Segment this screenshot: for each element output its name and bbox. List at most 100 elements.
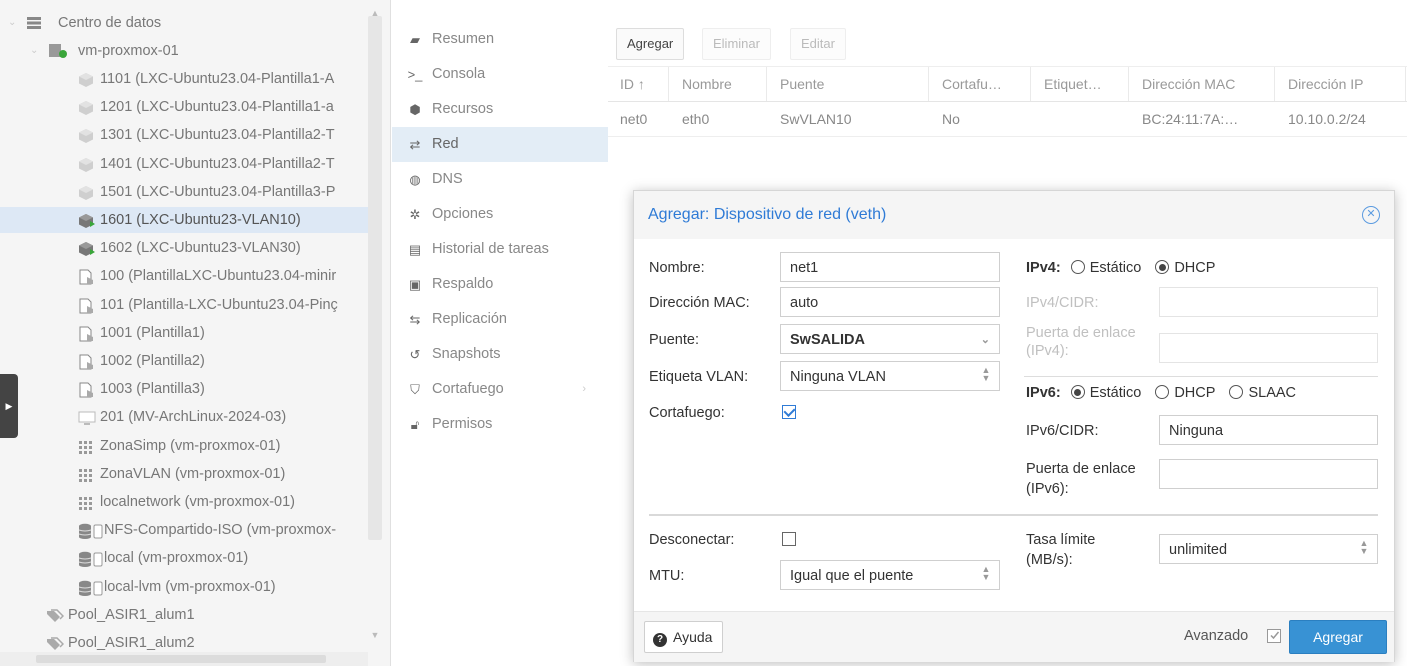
tree-item[interactable]: 1001 (Plantilla1) [0, 320, 368, 346]
rate-limit-field[interactable]: unlimited ▲ ▼ [1159, 534, 1378, 564]
column-header[interactable]: Nombre [670, 67, 767, 101]
tree-item-label: 1401 (LXC-Ubuntu23.04-Plantilla2-T [100, 155, 335, 172]
pool-icon [46, 607, 65, 623]
tree-vertical-scrollbar[interactable] [368, 16, 382, 540]
tree-item[interactable]: 1601 (LXC-Ubuntu23-VLAN10) [0, 207, 368, 233]
tree-item-label: 1301 (LXC-Ubuntu23.04-Plantilla2-T [100, 127, 335, 144]
tree-item[interactable]: ZonaVLAN (vm-proxmox-01) [0, 461, 368, 487]
spinner-icon[interactable]: ▲ ▼ [1359, 539, 1369, 556]
spinner-icon[interactable]: ▲ ▼ [981, 565, 991, 582]
remove-button[interactable]: Eliminar [702, 28, 771, 60]
name-field[interactable]: net1 [780, 252, 1000, 282]
tree-item[interactable]: 101 (Plantilla-LXC-Ubuntu23.04-Pinç [0, 292, 368, 318]
table-row[interactable]: net0 eth0 SwVLAN10 No BC:24:11:7A:… 10.10.0.2… [608, 102, 1407, 137]
help-button[interactable]: ? Ayuda [644, 621, 724, 653]
tree-datacenter[interactable]: ⌄ Centro de datos [0, 10, 368, 36]
column-header[interactable]: Dirección IP [1276, 67, 1406, 101]
tree-item[interactable]: 1301 (LXC-Ubuntu23.04-Plantilla2-T [0, 122, 368, 148]
collapse-panel-toggle[interactable]: ▶ [0, 374, 18, 438]
tree-item-label: 1101 (LXC-Ubuntu23.04-Plantilla1-A [100, 71, 335, 87]
column-header[interactable]: ID ↑ [608, 67, 669, 101]
add-button[interactable]: Agregar [616, 28, 685, 60]
menu-item-4[interactable]: ◍ DNS [392, 162, 608, 197]
menu-item-9[interactable]: ↺ Snapshots [392, 337, 608, 372]
table-cell: No [942, 111, 960, 127]
disconnect-label: Desconectar: [649, 532, 735, 548]
vm-icon [78, 409, 96, 426]
ipv4-gateway-field[interactable] [1159, 333, 1378, 363]
ipv6-static-radio[interactable]: Estático [1070, 385, 1141, 401]
tree-item[interactable]: 1101 (LXC-Ubuntu23.04-Plantilla1-A [0, 66, 368, 92]
tree-item[interactable]: 1602 (LXC-Ubuntu23-VLAN30) [0, 235, 368, 261]
chevron-down-icon[interactable]: ⌄ [30, 43, 46, 59]
rate-limit-label: Tasa límite (MB/s): [1026, 530, 1095, 570]
column-header[interactable]: Dirección MAC [1130, 67, 1275, 101]
tree-item[interactable]: 100 (PlantillaLXC-Ubuntu23.04-minir [0, 263, 368, 289]
tree-node[interactable]: ⌄ vm-proxmox-01 [0, 38, 368, 64]
tree-item[interactable]: 1003 (Plantilla3) [0, 376, 368, 402]
menu-item-2[interactable]: ⬢ Recursos [392, 92, 608, 127]
tree-item-label: 1501 (LXC-Ubuntu23.04-Plantilla3-P [100, 183, 336, 200]
network-grid: Agregar Eliminar Editar ID ↑ Nombre Puente… [608, 22, 1407, 137]
tree-item[interactable]: localnetwork (vm-proxmox-01) [0, 489, 368, 515]
chevron-down-icon: ⌄ [980, 334, 990, 346]
bridge-select[interactable]: SwSALIDA ⌄ [780, 324, 1000, 354]
ipv6-cidr-field[interactable]: Ninguna [1159, 415, 1378, 445]
menu-item-label: Replicación [432, 311, 507, 327]
tree-item[interactable]: ZonaSimp (vm-proxmox-01) [0, 433, 368, 459]
ipv4-cidr-field[interactable] [1159, 287, 1378, 317]
column-header[interactable]: Puente [768, 67, 929, 101]
tree-item[interactable]: 201 (MV-ArchLinux-2024-03) [0, 404, 368, 430]
menu-item-3[interactable]: ⇄ Red [392, 127, 608, 162]
menu-item-10[interactable]: ⛉ Cortafuego › [392, 372, 608, 407]
tree-item[interactable]: 1401 (LXC-Ubuntu23.04-Plantilla2-T [0, 151, 368, 177]
scroll-down-arrow[interactable]: ▼ [368, 630, 382, 644]
tree-item[interactable]: Pool_ASIR1_alum1 [0, 602, 368, 628]
menu-item-8[interactable]: ⇆ Replicación [392, 302, 608, 337]
vlan-field[interactable]: Ninguna VLAN ▲ ▼ [780, 361, 1000, 391]
close-icon[interactable]: ✕ [1362, 206, 1380, 224]
menu-item-7[interactable]: ▣ Respaldo [392, 267, 608, 302]
terminal-icon: >_ [407, 67, 423, 82]
mtu-field[interactable]: Igual que el puente ▲ ▼ [780, 560, 1000, 590]
tree-item[interactable]: local (vm-proxmox-01) [0, 545, 368, 571]
spinner-icon[interactable]: ▲ ▼ [981, 366, 991, 383]
template-icon [78, 381, 96, 398]
menu-item-0[interactable]: ▰ Resumen [392, 22, 608, 57]
menu-item-5[interactable]: ✲ Opciones [392, 197, 608, 232]
chevron-down-icon[interactable]: ⌄ [8, 15, 24, 31]
ipv6-dhcp-radio[interactable]: DHCP [1155, 385, 1215, 401]
exchange-icon: ⇄ [409, 137, 421, 152]
template-icon [78, 268, 96, 285]
menu-item-11[interactable]: 🔓︎ Permisos [392, 407, 608, 442]
menu-item-label: Recursos [432, 101, 494, 117]
ipv6-slaac-radio[interactable]: SLAAC [1229, 385, 1296, 401]
menu-item-6[interactable]: ▤ Historial de tareas [392, 232, 608, 267]
tree-horizontal-scrollbar[interactable] [0, 652, 368, 666]
advanced-checkbox[interactable] [1267, 629, 1281, 643]
ip-divider [1024, 376, 1378, 377]
tree-datacenter-label: Centro de datos [58, 15, 162, 31]
tree-item[interactable]: 1201 (LXC-Ubuntu23.04-Plantilla1-a [0, 94, 368, 120]
tree-item-label: 1201 (LXC-Ubuntu23.04-Plantilla1-a [100, 99, 334, 116]
menu-item-label: Consola [432, 66, 486, 82]
column-header[interactable]: Cortafu… [930, 67, 1031, 101]
ipv4-dhcp-radio[interactable]: DHCP [1155, 260, 1215, 276]
ipv4-static-radio[interactable]: Estático [1070, 260, 1141, 276]
tree-item[interactable]: NFS-Compartido-ISO (vm-proxmox- [0, 517, 368, 543]
globe-icon: ◍ [409, 172, 421, 187]
firewall-checkbox[interactable] [782, 405, 796, 419]
tree-item[interactable]: local-lvm (vm-proxmox-01) [0, 574, 368, 600]
edit-button[interactable]: Editar [790, 28, 846, 60]
tree-item[interactable]: 1002 (Plantilla2) [0, 348, 368, 374]
disconnect-checkbox[interactable] [782, 532, 796, 546]
column-header[interactable]: Etiquet… [1032, 67, 1129, 101]
menu-item-1[interactable]: >_ Consola [392, 57, 608, 92]
submit-add-button[interactable]: Agregar [1289, 620, 1387, 654]
mac-field[interactable]: auto [780, 287, 1000, 317]
ipv6-gateway-field[interactable] [1159, 459, 1378, 489]
tree-item-label: local (vm-proxmox-01) [104, 550, 249, 567]
tree-item[interactable]: 1501 (LXC-Ubuntu23.04-Plantilla3-P [0, 179, 368, 205]
check-icon [1270, 631, 1280, 640]
ipv6-cidr-label: IPv6/CIDR: [1026, 423, 1099, 439]
